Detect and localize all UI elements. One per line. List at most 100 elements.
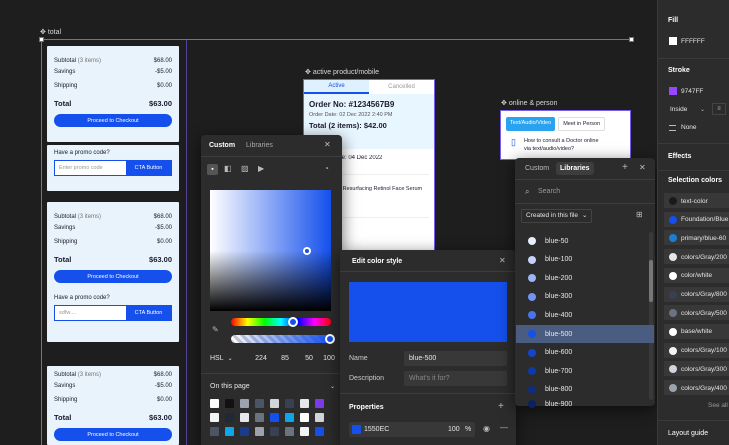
cta-button[interactable]: CTA Button (126, 306, 171, 320)
color-swatch[interactable] (210, 427, 219, 436)
color-style-item[interactable]: blue-700 (516, 362, 654, 380)
color-swatch[interactable] (255, 413, 264, 422)
fill-swatch[interactable] (352, 425, 361, 434)
color-swatch[interactable] (285, 413, 294, 422)
color-swatch[interactable] (225, 413, 234, 422)
color-swatch[interactable] (225, 427, 234, 436)
color-swatch[interactable] (270, 399, 279, 408)
color-style-item[interactable]: blue-900 (516, 399, 654, 409)
blend-drop-icon[interactable]: ◔ (324, 164, 329, 173)
solid-fill-icon[interactable]: ▪ (207, 164, 218, 175)
eye-icon[interactable]: ◉ (483, 424, 490, 433)
color-swatch[interactable] (270, 413, 279, 422)
linear-gradient-icon[interactable]: ◧ (224, 164, 232, 173)
total-value: $63.00 (149, 412, 172, 422)
filter-dropdown[interactable]: Created in this file ⌄ (521, 209, 593, 223)
on-this-page-select[interactable]: On this page ⌄ (210, 379, 335, 393)
hue-input[interactable]: 224 (249, 352, 273, 365)
color-swatch[interactable] (285, 399, 294, 408)
promo-input[interactable]: sdfw.... (55, 306, 126, 320)
frame-online-label[interactable]: ✥ online & person (501, 99, 557, 107)
alpha-slider-handle[interactable] (325, 334, 335, 344)
tab-custom[interactable]: Custom (209, 142, 235, 149)
color-swatch[interactable] (255, 399, 264, 408)
description-input[interactable]: What's it for? (404, 371, 507, 386)
image-fill-icon[interactable]: ▨ (241, 164, 249, 173)
color-style-item[interactable]: blue-600 (516, 344, 654, 362)
see-all-link[interactable]: See all (708, 402, 728, 409)
search-input[interactable]: Search (538, 188, 560, 195)
name-label: Name (349, 355, 368, 362)
stroke-weight-icon[interactable]: ≡ (712, 103, 726, 115)
resize-handle[interactable] (629, 37, 634, 42)
close-icon[interactable]: ✕ (324, 140, 331, 149)
color-swatch[interactable] (255, 427, 264, 436)
checkout-button[interactable]: Proceed to Checkout (54, 428, 172, 441)
color-swatch[interactable] (240, 427, 249, 436)
fill-hex-input[interactable]: FFFFFF (681, 38, 705, 45)
frame-total-label[interactable]: ✥ total (40, 28, 61, 36)
stroke-style-select[interactable]: None (681, 124, 697, 131)
checkout-button[interactable]: Proceed to Checkout (54, 270, 172, 283)
stroke-swatch[interactable] (669, 87, 677, 95)
name-input[interactable]: blue-500 (404, 351, 507, 366)
color-swatch[interactable] (270, 427, 279, 436)
hue-slider[interactable] (231, 317, 331, 327)
promo-input[interactable]: Enter promo code (55, 161, 126, 175)
close-icon[interactable]: ✕ (639, 163, 646, 172)
checkout-button[interactable]: Proceed to Checkout (54, 114, 172, 127)
color-swatch[interactable] (210, 413, 219, 422)
alpha-input[interactable]: 100 (317, 352, 341, 365)
color-swatch[interactable] (300, 413, 309, 422)
tab-text-audio-video[interactable]: Text/Audio/Video (506, 117, 556, 131)
add-icon[interactable]: + (622, 162, 628, 173)
color-style-item[interactable]: blue-500 (516, 325, 654, 343)
stroke-position-select[interactable]: Inside (670, 106, 687, 113)
color-style-item[interactable]: blue-800 (516, 381, 654, 399)
color-dot (528, 367, 536, 376)
color-swatch[interactable] (300, 427, 309, 436)
color-swatch[interactable] (315, 399, 324, 408)
eyedropper-icon[interactable]: ✎ (212, 325, 219, 334)
remove-icon[interactable]: — (500, 423, 508, 432)
color-mode-select[interactable]: HSL ⌄ (210, 352, 240, 365)
color-swatch[interactable] (315, 427, 324, 436)
saturation-area[interactable] (210, 190, 331, 311)
frame-active-label[interactable]: ✥ active product/mobile (305, 68, 379, 76)
subtotal-label: Subtotal (54, 57, 77, 64)
hue-slider-handle[interactable] (288, 317, 298, 327)
color-swatch[interactable] (210, 399, 219, 408)
add-property-icon[interactable]: + (498, 401, 504, 412)
color-style-item[interactable]: blue-50 (516, 232, 654, 250)
color-swatch[interactable] (240, 413, 249, 422)
resize-handle[interactable] (39, 37, 44, 42)
selection-color-name: colors/Gray/100 (681, 347, 727, 355)
cta-button[interactable]: CTA Button (126, 161, 171, 175)
color-swatch[interactable] (225, 399, 234, 408)
tab-libraries[interactable]: Libraries (246, 142, 273, 149)
close-icon[interactable]: ✕ (499, 256, 506, 265)
color-style-item[interactable]: blue-200 (516, 269, 654, 287)
opacity-input[interactable]: 100 (448, 426, 460, 433)
color-style-item[interactable]: blue-400 (516, 306, 654, 324)
color-swatch[interactable] (300, 399, 309, 408)
color-swatch[interactable] (285, 427, 294, 436)
color-style-item[interactable]: blue-100 (516, 251, 654, 269)
stroke-hex-input[interactable]: 9747FF (681, 88, 703, 95)
video-fill-icon[interactable]: ▶ (258, 164, 264, 173)
grid-view-icon[interactable]: ⊞ (636, 210, 643, 219)
saturation-input[interactable]: 85 (273, 352, 297, 365)
selection-color-name: colors/Gray/500 (681, 309, 727, 317)
tab-cancelled[interactable]: Cancelled (369, 80, 434, 94)
tab-custom[interactable]: Custom (525, 165, 549, 172)
alpha-slider[interactable] (231, 334, 335, 344)
tab-meet-in-person[interactable]: Meet in Person (558, 117, 606, 131)
hex-input[interactable]: 1550EC (364, 426, 389, 433)
color-picker-point[interactable] (302, 246, 311, 255)
color-swatch[interactable] (240, 399, 249, 408)
color-swatch[interactable] (315, 413, 324, 422)
tab-libraries[interactable]: Libraries (556, 162, 594, 175)
color-style-item[interactable]: blue-300 (516, 288, 654, 306)
fill-swatch[interactable] (669, 37, 677, 45)
tab-active[interactable]: Active (304, 80, 369, 94)
